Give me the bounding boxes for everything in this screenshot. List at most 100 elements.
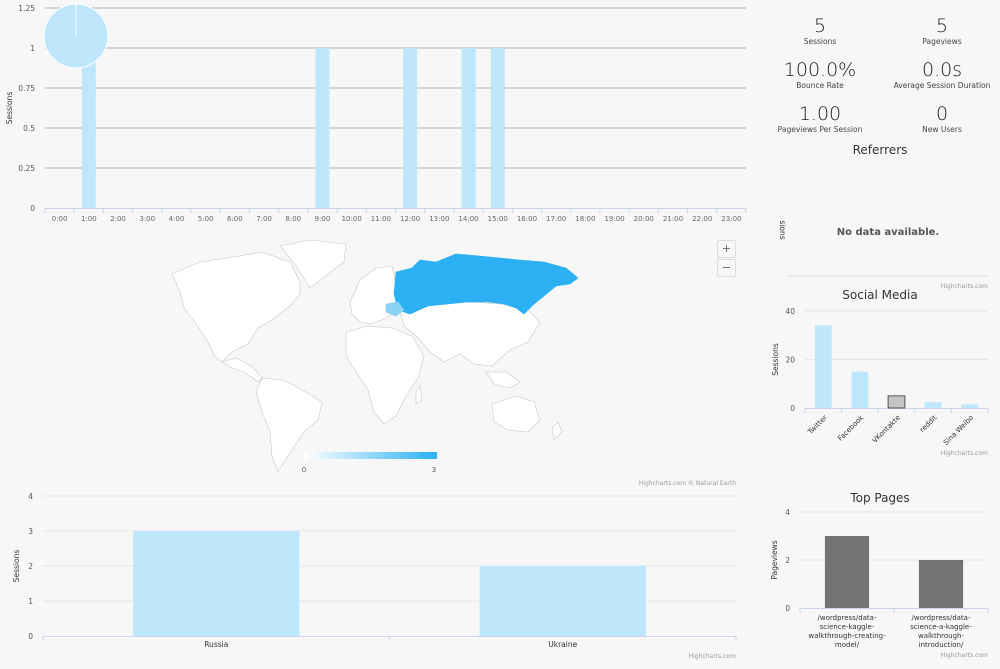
stat-value: 0 bbox=[935, 103, 949, 125]
x-tick-label: 4:00 bbox=[169, 215, 185, 223]
world-map[interactable]: 0 3 Highcharts.com © Natural Earth + − bbox=[0, 232, 760, 490]
x-tick-label: 13:00 bbox=[429, 215, 449, 223]
y-axis-label: Pageviews bbox=[770, 540, 779, 579]
y-tick-label: 20 bbox=[785, 356, 795, 365]
map-region-madagascar[interactable] bbox=[415, 385, 423, 405]
y-axis-label: Sessions bbox=[771, 343, 780, 376]
stat-label: Bounce Rate bbox=[796, 81, 844, 90]
map-zoom-in-button[interactable]: + bbox=[717, 240, 736, 258]
y-tick-label: 3 bbox=[28, 527, 33, 536]
map-legend-max: 3 bbox=[432, 466, 436, 474]
stats-panel: 5 Sessions 5 Pageviews 100.0% Bounce Rat… bbox=[760, 0, 1000, 140]
sessions-by-country-svg: 0 1 2 3 4 Sessions Russia Ukraine Highcharts.com bbox=[12, 492, 737, 660]
bar-12-00[interactable] bbox=[403, 48, 418, 208]
x-tick-label: /wordpress/data-science-kaggle-walkthrou… bbox=[808, 614, 886, 649]
x-tick-label: 2:00 bbox=[110, 215, 126, 223]
referrers-svg: Referrers sions No data available. bbox=[778, 143, 988, 277]
stat-label: Pageviews Per Session bbox=[777, 125, 863, 134]
y-tick-label: 0.25 bbox=[18, 164, 35, 173]
x-tick-label: 7:00 bbox=[256, 215, 272, 223]
x-tick-label: reddit bbox=[918, 414, 938, 434]
x-tick-label: Facebook bbox=[836, 413, 866, 443]
y-tick-label: 40 bbox=[785, 307, 795, 316]
x-tick-label: 1:00 bbox=[81, 215, 97, 223]
map-region-africa[interactable] bbox=[345, 325, 425, 425]
x-tick-label: 8:00 bbox=[285, 215, 301, 223]
x-tick-label: 11:00 bbox=[371, 215, 391, 223]
referrers-title: Referrers bbox=[853, 143, 908, 157]
bar-sina-weibo[interactable] bbox=[961, 404, 979, 408]
stat-bounce-rate: 100.0% Bounce Rate bbox=[760, 59, 880, 90]
x-tick-label: 0:00 bbox=[52, 215, 68, 223]
y-axis-label: Sessions bbox=[12, 550, 21, 583]
x-tick-label: Ukraine bbox=[548, 640, 577, 649]
y-tick-label: 0 bbox=[30, 204, 35, 213]
referrers-y-axis-label: sions bbox=[778, 220, 787, 239]
y-tick-label: 4 bbox=[28, 492, 33, 501]
social-media-svg: Social Media 0 20 40 Sessions Twitter Facebook… bbox=[771, 288, 989, 457]
x-tick-label: 19:00 bbox=[604, 215, 624, 223]
bar-reddit[interactable] bbox=[924, 401, 942, 408]
y-axis-label: Sessions bbox=[5, 92, 14, 125]
x-tick-label: 17:00 bbox=[546, 215, 566, 223]
map-region-australia[interactable] bbox=[491, 395, 541, 433]
bar-twitter[interactable] bbox=[814, 325, 832, 408]
y-tick-label: 0 bbox=[790, 404, 795, 413]
y-tick-label: 0.5 bbox=[23, 124, 35, 133]
map-region-north-america[interactable] bbox=[171, 251, 301, 363]
top-pages-chart: Top Pages 0 2 4 Pageviews/wordpress/data-sci… bbox=[760, 485, 1000, 665]
sessions-by-country-chart: 0 1 2 3 4 Sessions Russia Ukraine Highcharts.com bbox=[0, 488, 760, 665]
map-credit[interactable]: Highcharts.com © Natural Earth bbox=[639, 480, 736, 487]
chart-credit[interactable]: Highcharts.com bbox=[689, 653, 736, 660]
bar-1-00[interactable] bbox=[81, 48, 96, 208]
stat-value: 100.0% bbox=[783, 59, 857, 81]
map-region-new-zealand[interactable] bbox=[551, 421, 563, 441]
map-region-southeast-asia[interactable] bbox=[485, 371, 521, 389]
chart-title: Social Media bbox=[842, 288, 917, 302]
y-tick-label: 0 bbox=[28, 632, 33, 641]
bar-14-00[interactable] bbox=[461, 48, 476, 208]
stat-new-users: 0 New Users bbox=[882, 103, 1000, 134]
referrers-chart: Referrers sions No data available. Highc… bbox=[760, 138, 1000, 290]
chart-credit[interactable]: Highcharts.com bbox=[941, 450, 988, 457]
bar-vkontakte[interactable] bbox=[887, 395, 906, 409]
bar-page-1[interactable] bbox=[824, 536, 870, 608]
x-tick-label: 22:00 bbox=[692, 215, 712, 223]
bar-15-00[interactable] bbox=[490, 48, 505, 208]
map-zoom-out-button[interactable]: − bbox=[717, 259, 736, 277]
stat-avg-session-duration: 0.0s Average Session Duration bbox=[882, 59, 1000, 90]
bar-facebook[interactable] bbox=[851, 371, 869, 408]
bar-9-00[interactable] bbox=[315, 48, 330, 208]
chart-title: Top Pages bbox=[849, 491, 909, 505]
y-tick-label: 2 bbox=[28, 562, 33, 571]
y-tick-label: 4 bbox=[785, 508, 790, 517]
x-tick-label: 3:00 bbox=[139, 215, 155, 223]
x-tick-label: 6:00 bbox=[227, 215, 243, 223]
stat-label: Sessions bbox=[803, 37, 837, 46]
map-color-legend bbox=[304, 452, 437, 459]
bar-ukraine[interactable] bbox=[479, 566, 646, 636]
x-tick-label: Sina Weibo bbox=[942, 414, 975, 447]
bar-russia[interactable] bbox=[133, 531, 300, 636]
world-map-svg[interactable]: 0 3 Highcharts.com © Natural Earth bbox=[0, 232, 760, 490]
y-tick-label: 1 bbox=[30, 44, 35, 53]
map-legend-min: 0 bbox=[302, 466, 306, 474]
stat-sessions: 5 Sessions bbox=[760, 15, 880, 46]
x-tick-label: 9:00 bbox=[315, 215, 331, 223]
stat-value: 0.0s bbox=[921, 59, 963, 81]
stat-label: Pageviews bbox=[922, 37, 962, 46]
stat-value: 1.00 bbox=[798, 103, 842, 125]
y-tick-label: 0.75 bbox=[18, 84, 35, 93]
pie-overlay[interactable] bbox=[43, 3, 109, 69]
chart-credit[interactable]: Highcharts.com bbox=[941, 652, 988, 659]
map-region-central-america[interactable] bbox=[221, 357, 263, 383]
x-tick-label: Twitter bbox=[806, 414, 829, 437]
x-tick-label: 5:00 bbox=[198, 215, 214, 223]
stat-value: 5 bbox=[813, 15, 827, 37]
x-tick-label: 16:00 bbox=[517, 215, 537, 223]
x-tick-label: 15:00 bbox=[488, 215, 508, 223]
map-region-europe[interactable] bbox=[349, 265, 401, 325]
stat-value: 5 bbox=[935, 15, 949, 37]
social-media-chart: Social Media 0 20 40 Sessions Twitter Facebook… bbox=[760, 283, 1000, 463]
bar-page-2[interactable] bbox=[918, 560, 964, 608]
